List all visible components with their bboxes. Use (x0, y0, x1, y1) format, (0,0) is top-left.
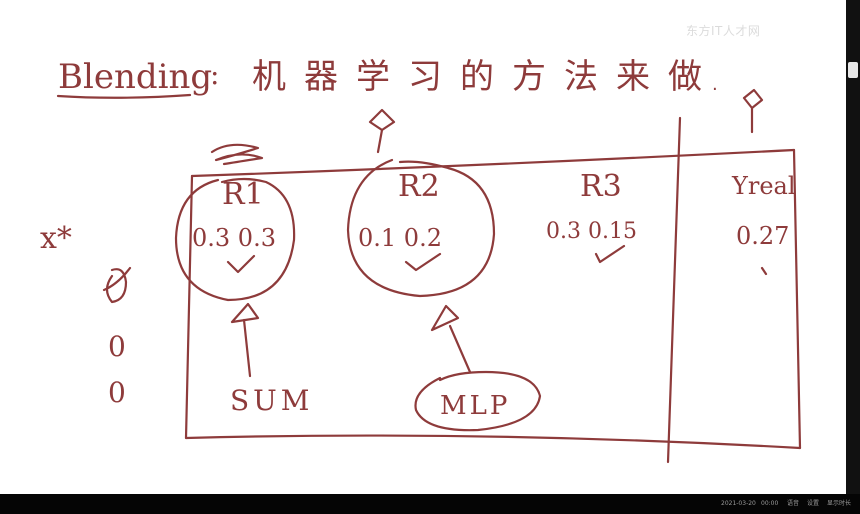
column-values-yreal: 0.27 (736, 222, 789, 250)
table-divider-line (666, 116, 682, 464)
column-values-r3: 0.3 0.15 (546, 219, 637, 244)
check-mark-r1 (226, 254, 256, 274)
status-time: 00:00 (761, 500, 779, 507)
tick-mark-yreal (760, 266, 768, 276)
check-mark-r3 (594, 244, 626, 264)
bottom-status-bar: 2021-03-20 00:00 语音 设置 显示时长 (0, 494, 860, 514)
row-mark-0-struck (102, 266, 132, 304)
whiteboard-drawing: Blending : 机器学习的方法来做 . R1 R2 R3 Yreal 0.… (40, 57, 802, 464)
settings-button[interactable]: 设置 (804, 499, 822, 508)
column-label-yreal: Yreal (731, 172, 796, 200)
scribble-mark (210, 143, 264, 166)
x-star-label: x* (40, 221, 72, 256)
mlp-label: MLP (440, 391, 510, 421)
watermark: 东方IT人才网 (686, 16, 836, 42)
row-mark-2: 0 (108, 376, 126, 409)
column-label-r3: R3 (580, 169, 622, 204)
trailing-dot: . (712, 74, 718, 95)
subtitle-text: 机器学习的方法来做 (252, 57, 720, 97)
panel-handle-icon[interactable] (848, 62, 858, 78)
title-colon: : (210, 58, 219, 91)
whiteboard-canvas: Blending : 机器学习的方法来做 . R1 R2 R3 Yreal 0.… (0, 0, 846, 494)
table-left-line (184, 174, 194, 440)
duration-button[interactable]: 显示时长 (824, 499, 854, 508)
pin-mark-r2 (368, 108, 396, 154)
column-label-r2: R2 (398, 169, 440, 204)
title-text: Blending (58, 57, 212, 97)
table-top-line (190, 148, 796, 178)
arrow-to-sum (230, 302, 260, 378)
column-label-r1: R1 (222, 177, 264, 212)
status-date: 2021-03-20 (721, 500, 756, 507)
watermark-text: 东方IT人才网 (686, 24, 761, 38)
column-values-r1: 0.3 0.3 (192, 224, 276, 252)
sum-label: SUM (230, 384, 313, 417)
check-mark-r2 (404, 252, 442, 272)
pin-mark-yreal (742, 88, 764, 134)
table-bottom-line (184, 434, 802, 450)
row-mark-1: 0 (108, 330, 126, 363)
voice-button[interactable]: 语音 (784, 499, 802, 508)
arrow-to-mlp (430, 304, 472, 374)
column-values-r2: 0.1 0.2 (358, 224, 442, 252)
right-edge-panel (846, 0, 860, 514)
